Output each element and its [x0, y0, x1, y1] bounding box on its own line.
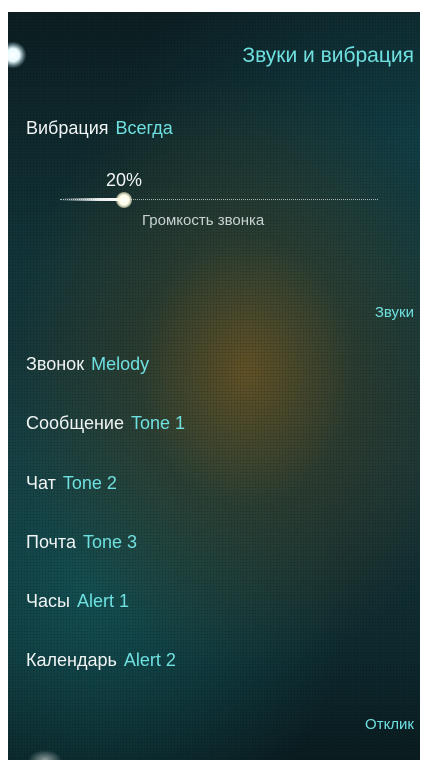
chat-sound-value: Tone 2 [62, 473, 117, 493]
clock-sound-row[interactable]: Часы Alert 1 [26, 591, 129, 612]
page-title: Звуки и вибрация [242, 44, 414, 67]
clock-sound-label: Часы [26, 591, 70, 611]
sounds-section-header: Звуки [374, 304, 414, 321]
vibration-value: Всегда [115, 118, 173, 138]
calendar-sound-value: Alert 2 [123, 650, 176, 670]
message-sound-label: Сообщение [26, 413, 124, 433]
ringtone-row[interactable]: Звонок Melody [26, 354, 149, 375]
mail-sound-row[interactable]: Почта Tone 3 [26, 532, 137, 553]
chat-sound-row[interactable]: Чат Tone 2 [26, 473, 117, 494]
mail-sound-label: Почта [26, 532, 76, 552]
feedback-section-header: Отклик [365, 716, 414, 733]
settings-screen: Звуки и вибрация Вибрация Всегда 20% Гром… [8, 12, 420, 760]
vibration-label: Вибрация [26, 118, 109, 138]
chat-sound-label: Чат [26, 473, 56, 493]
ringtone-value: Melody [91, 354, 150, 374]
light-flare [8, 42, 26, 68]
slider-fill [60, 198, 124, 201]
light-flare-bottom [28, 750, 62, 760]
calendar-sound-label: Календарь [26, 650, 117, 670]
mail-sound-value: Tone 3 [82, 532, 138, 552]
clock-sound-value: Alert 1 [76, 591, 129, 611]
message-sound-row[interactable]: Сообщение Tone 1 [26, 413, 185, 434]
slider-thumb[interactable] [116, 192, 132, 208]
ring-volume-caption: Громкость звонка [142, 212, 265, 229]
ring-volume-slider[interactable] [60, 192, 378, 208]
ringtone-label: Звонок [26, 354, 85, 374]
calendar-sound-row[interactable]: Календарь Alert 2 [26, 650, 176, 671]
volume-percent: 20% [106, 170, 143, 190]
vibration-row[interactable]: Вибрация Всегда [26, 118, 173, 139]
message-sound-value: Tone 1 [130, 413, 186, 433]
